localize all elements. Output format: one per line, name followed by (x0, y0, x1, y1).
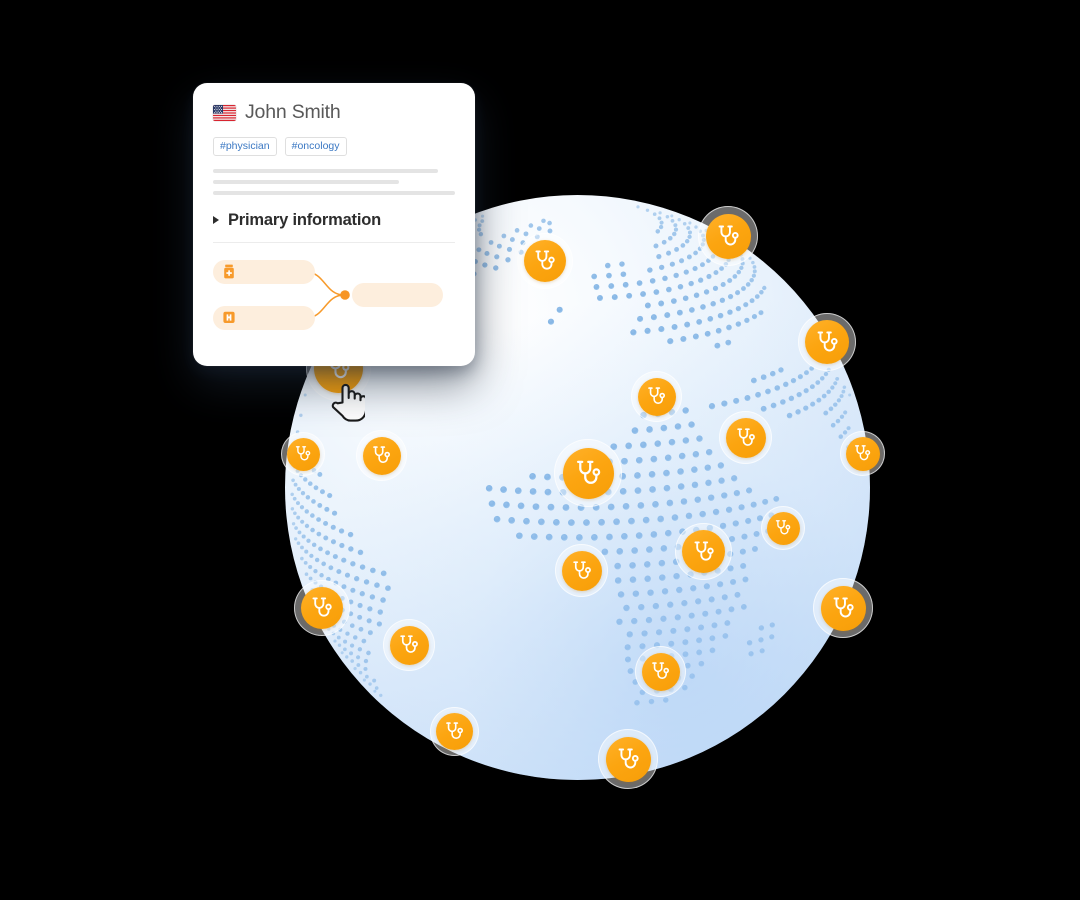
stethoscope-icon (833, 597, 854, 617)
stethoscope-icon (817, 331, 838, 351)
pin-disc (286, 437, 320, 471)
pin-indian-ocean[interactable] (675, 523, 732, 580)
pin-disc (562, 447, 614, 499)
pin-disc (389, 625, 429, 665)
flow-node-result[interactable] (352, 282, 443, 307)
pin-europe-west[interactable] (631, 371, 682, 422)
tag-list: #physician #oncology (213, 137, 455, 156)
page-title: John Smith (245, 101, 341, 123)
pin-greenland[interactable] (517, 233, 573, 289)
pin-oceania-east[interactable] (813, 578, 873, 638)
pin-antarctic-west[interactable] (430, 707, 479, 756)
stethoscope-icon (618, 748, 639, 768)
pin-disc (301, 587, 343, 629)
pin-disc (637, 377, 676, 416)
pin-asia-southeast[interactable] (761, 506, 805, 550)
pin-disc (524, 240, 566, 282)
pin-north-america-east[interactable] (356, 430, 407, 481)
pin-atlantic-center[interactable] (554, 439, 622, 507)
pin-disc (605, 736, 651, 782)
pin-disc (561, 550, 602, 591)
stethoscope-icon (535, 250, 555, 270)
stethoscope-icon (576, 460, 600, 484)
pin-arctic-north[interactable] (698, 206, 758, 266)
pin-disc (705, 213, 751, 259)
tag-physician[interactable]: #physician (213, 137, 277, 156)
pin-disc (805, 320, 849, 364)
flow-node-hospital[interactable] (213, 305, 315, 330)
hospital-h-icon (223, 311, 235, 323)
pin-south-america-west[interactable] (294, 580, 350, 636)
pin-disc (725, 417, 766, 458)
pin-disc (682, 530, 725, 573)
placeholder-text-block (213, 168, 455, 195)
stethoscope-icon (648, 387, 666, 405)
stethoscope-icon (373, 446, 391, 464)
pin-north-america-west[interactable] (281, 432, 325, 476)
stethoscope-icon (312, 597, 332, 617)
stethoscope-icon (718, 225, 739, 245)
profile-name-row: John Smith (213, 101, 455, 124)
pin-antarctic-south[interactable] (598, 729, 658, 789)
stethoscope-icon (693, 540, 714, 561)
stethoscope-icon (775, 520, 791, 535)
stethoscope-icon (446, 722, 464, 740)
stethoscope-icon (400, 635, 418, 653)
stethoscope-icon (295, 446, 311, 461)
pin-south-america-south[interactable] (383, 619, 435, 671)
flow-node-medication[interactable] (213, 259, 315, 284)
tag-oncology[interactable]: #oncology (284, 137, 347, 156)
placeholder-line (213, 168, 439, 173)
stethoscope-icon (572, 560, 591, 579)
pin-disc (820, 585, 866, 631)
scene-root: John Smith #physician #oncology Primary … (0, 0, 1080, 900)
pin-asia-east[interactable] (840, 431, 885, 476)
pin-disc (362, 436, 401, 475)
pin-disc (436, 713, 473, 750)
primary-information-flow-diagram (213, 259, 455, 338)
placeholder-line (213, 190, 455, 195)
primary-information-section-header[interactable]: Primary information (213, 211, 455, 243)
stethoscope-icon (854, 445, 871, 461)
section-title: Primary information (228, 210, 381, 229)
placeholder-line (213, 179, 400, 184)
pin-australia[interactable] (635, 646, 686, 697)
pin-disc (766, 511, 800, 545)
pill-bottle-icon (224, 264, 234, 279)
stethoscope-icon (736, 427, 755, 446)
pin-disc (845, 436, 880, 471)
pin-asia-central[interactable] (719, 411, 772, 464)
flag-united-states-icon (213, 104, 236, 121)
pin-disc (641, 652, 680, 691)
caret-right-icon[interactable] (213, 216, 219, 224)
stethoscope-icon (652, 662, 670, 680)
pin-africa-north[interactable] (555, 544, 608, 597)
physician-profile-card[interactable]: John Smith #physician #oncology Primary … (193, 83, 475, 366)
pin-europe-north[interactable] (798, 313, 856, 371)
